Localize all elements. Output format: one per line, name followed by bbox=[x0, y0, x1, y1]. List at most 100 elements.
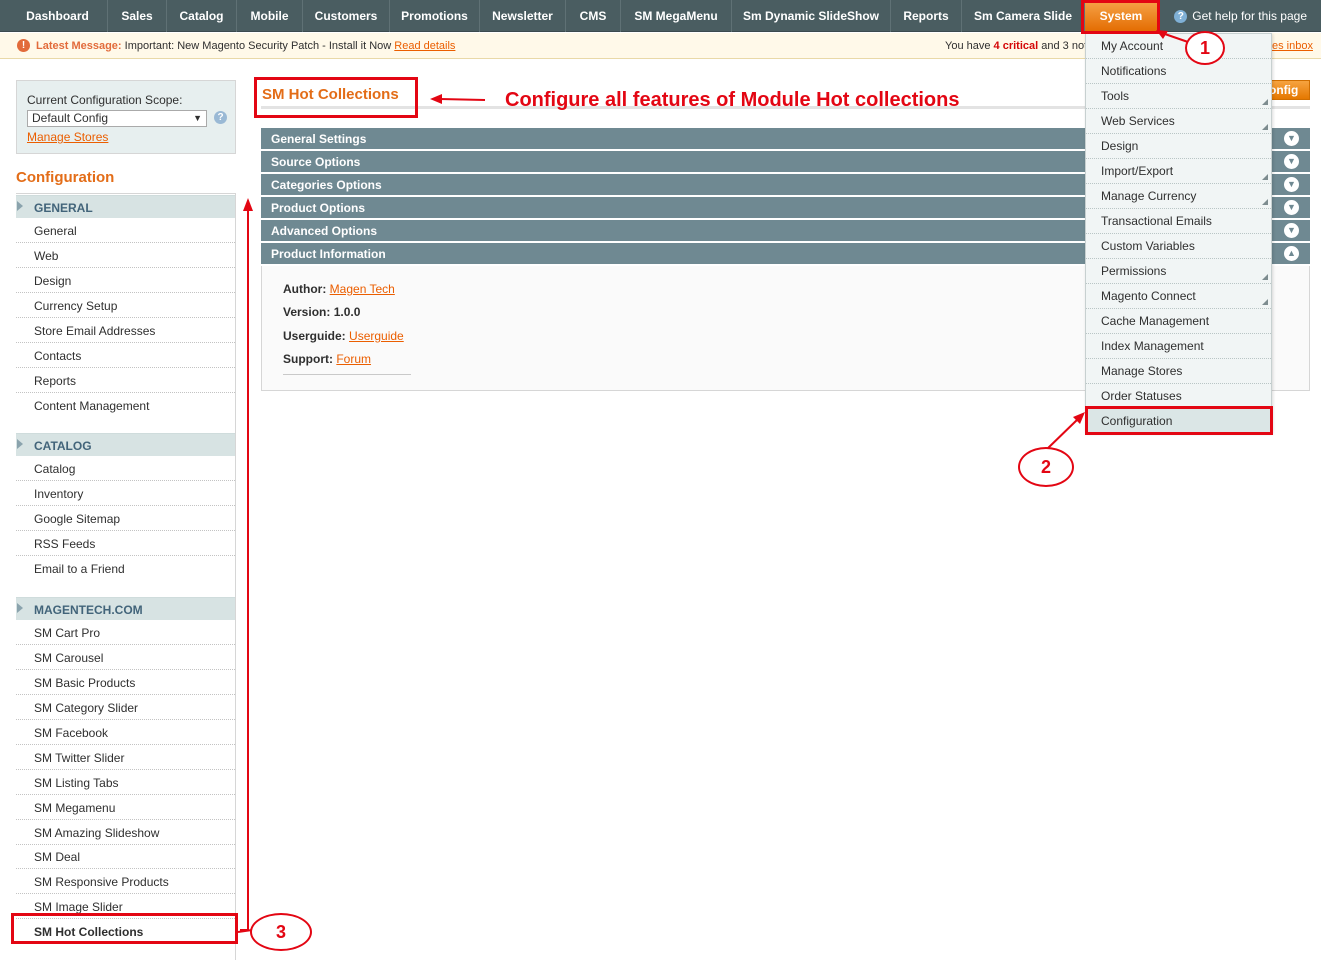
support-link[interactable]: Forum bbox=[336, 352, 371, 366]
sidebar-item-sm-megamenu[interactable]: SM Megamenu bbox=[16, 795, 235, 820]
menu-custom-variables[interactable]: Custom Variables bbox=[1086, 234, 1271, 259]
sidebar-item-content-management[interactable]: Content Management bbox=[16, 393, 235, 418]
submenu-icon bbox=[1262, 99, 1268, 105]
sidebar-item-sm-basic-products[interactable]: SM Basic Products bbox=[16, 670, 235, 695]
read-details-link[interactable]: Read details bbox=[394, 40, 455, 52]
menu-my-account[interactable]: My Account bbox=[1086, 34, 1271, 59]
sidebar-item-label: SM Basic Products bbox=[34, 676, 136, 690]
help-icon: ? bbox=[1174, 9, 1188, 23]
sidebar-item-sm-carousel[interactable]: SM Carousel bbox=[16, 645, 235, 670]
sidebar-item-contacts[interactable]: Contacts bbox=[16, 343, 235, 368]
sidebar-item-label: SM Category Slider bbox=[34, 701, 139, 715]
menu-label: Manage Currency bbox=[1101, 189, 1197, 203]
sidebar-item-web[interactable]: Web bbox=[16, 243, 235, 268]
menu-transactional-emails[interactable]: Transactional Emails bbox=[1086, 209, 1271, 234]
menu-cache-management[interactable]: Cache Management bbox=[1086, 309, 1271, 334]
menu-label: Permissions bbox=[1101, 264, 1167, 278]
step-2-marker: 2 bbox=[1018, 447, 1074, 487]
chevron-down-icon: ▼ bbox=[1284, 177, 1299, 192]
submenu-icon bbox=[1262, 124, 1268, 130]
nav-sm-megamenu[interactable]: SM MegaMenu bbox=[621, 0, 732, 32]
sidebar-item-rss-feeds[interactable]: RSS Feeds bbox=[16, 531, 235, 556]
sidebar-item-label: SM Carousel bbox=[34, 651, 104, 665]
scope-help-icon[interactable]: ? bbox=[214, 111, 227, 124]
author-row: Author: Magen Tech bbox=[283, 282, 395, 296]
menu-magento-connect[interactable]: Magento Connect bbox=[1086, 284, 1271, 309]
section-catalog[interactable]: CATALOG bbox=[16, 433, 235, 456]
nav-sm-dynamic-slideshow[interactable]: Sm Dynamic SlideShow bbox=[732, 0, 891, 32]
version-row: Version: 1.0.0 bbox=[283, 305, 360, 319]
nav-reports[interactable]: Reports bbox=[891, 0, 962, 32]
sidebar-item-sm-twitter-slider[interactable]: SM Twitter Slider bbox=[16, 745, 235, 770]
nav-catalog[interactable]: Catalog bbox=[167, 0, 237, 32]
chevron-down-icon: ▼ bbox=[1284, 154, 1299, 169]
sidebar-item-sm-facebook[interactable]: SM Facebook bbox=[16, 720, 235, 745]
scope-select[interactable]: Default Config ▼ bbox=[27, 110, 207, 127]
manage-stores-link[interactable]: Manage Stores bbox=[27, 130, 108, 144]
system-dropdown-menu: My Account Notifications Tools Web Servi… bbox=[1085, 33, 1272, 434]
menu-import-export[interactable]: Import/Export bbox=[1086, 159, 1271, 184]
sidebar-item-google-sitemap[interactable]: Google Sitemap bbox=[16, 506, 235, 531]
nav-promotions[interactable]: Promotions bbox=[390, 0, 480, 32]
submenu-icon bbox=[1262, 174, 1268, 180]
sidebar-item-design[interactable]: Design bbox=[16, 268, 235, 293]
sidebar-item-email-friend[interactable]: Email to a Friend bbox=[16, 556, 235, 581]
sidebar-item-currency-setup[interactable]: Currency Setup bbox=[16, 293, 235, 318]
chevron-up-icon: ▲ bbox=[1284, 246, 1299, 261]
nav-newsletter[interactable]: Newsletter bbox=[480, 0, 566, 32]
sidebar-item-label: Email to a Friend bbox=[34, 562, 125, 576]
menu-index-management[interactable]: Index Management bbox=[1086, 334, 1271, 359]
menu-notifications[interactable]: Notifications bbox=[1086, 59, 1271, 84]
sidebar-item-sm-deal[interactable]: SM Deal bbox=[16, 845, 235, 869]
section-magentech[interactable]: MAGENTECH.COM bbox=[16, 597, 235, 620]
inbox-link[interactable]: es inbox bbox=[1272, 40, 1313, 52]
menu-manage-stores[interactable]: Manage Stores bbox=[1086, 359, 1271, 384]
sidebar-item-label: SM Listing Tabs bbox=[34, 776, 119, 790]
section-title: CATALOG bbox=[34, 439, 92, 453]
userguide-row: Userguide: Userguide bbox=[283, 329, 404, 343]
menu-permissions[interactable]: Permissions bbox=[1086, 259, 1271, 284]
sidebar-item-sm-amazing-slideshow[interactable]: SM Amazing Slideshow bbox=[16, 820, 235, 845]
chevron-down-icon: ▼ bbox=[1284, 223, 1299, 238]
chevron-down-icon: ▼ bbox=[1284, 131, 1299, 146]
section-label: Advanced Options bbox=[271, 224, 378, 238]
sidebar-item-sm-responsive-products[interactable]: SM Responsive Products bbox=[16, 869, 235, 894]
sidebar-item-inventory[interactable]: Inventory bbox=[16, 481, 235, 506]
support-label: Support: bbox=[283, 352, 333, 366]
sidebar-item-sm-listing-tabs[interactable]: SM Listing Tabs bbox=[16, 770, 235, 795]
critical-count: 4 critical bbox=[993, 40, 1039, 52]
latest-message: Latest Message: Important: New Magento S… bbox=[36, 40, 455, 52]
userguide-link[interactable]: Userguide bbox=[349, 329, 404, 343]
sidebar-item-catalog[interactable]: Catalog bbox=[16, 456, 235, 481]
menu-tools[interactable]: Tools bbox=[1086, 84, 1271, 109]
sidebar-item-label: Catalog bbox=[34, 462, 76, 476]
section-general[interactable]: GENERAL bbox=[16, 195, 235, 218]
help-link[interactable]: ? Get help for this page bbox=[1174, 0, 1307, 32]
nav-cms[interactable]: CMS bbox=[566, 0, 621, 32]
sidebar-title: Configuration bbox=[16, 166, 236, 194]
submenu-icon bbox=[1262, 199, 1268, 205]
nav-sm-camera-slide[interactable]: Sm Camera Slide bbox=[962, 0, 1085, 32]
nav-dashboard[interactable]: Dashboard bbox=[0, 0, 108, 32]
info-divider bbox=[283, 374, 411, 375]
nav-customers[interactable]: Customers bbox=[303, 0, 390, 32]
sidebar-item-sm-cart-pro[interactable]: SM Cart Pro bbox=[16, 620, 235, 645]
sidebar-item-general[interactable]: General bbox=[16, 218, 235, 243]
author-link[interactable]: Magen Tech bbox=[330, 282, 395, 296]
menu-manage-currency[interactable]: Manage Currency bbox=[1086, 184, 1271, 209]
sidebar-item-label: Reports bbox=[34, 374, 77, 388]
expand-icon bbox=[17, 439, 23, 449]
scope-label: Current Configuration Scope: bbox=[27, 93, 183, 107]
menu-design[interactable]: Design bbox=[1086, 134, 1271, 159]
chevron-down-icon: ▼ bbox=[1284, 200, 1299, 215]
menu-label: Order Statuses bbox=[1101, 389, 1182, 403]
sidebar-item-store-email[interactable]: Store Email Addresses bbox=[16, 318, 235, 343]
sidebar-item-reports[interactable]: Reports bbox=[16, 368, 235, 393]
sidebar-item-sm-category-slider[interactable]: SM Category Slider bbox=[16, 695, 235, 720]
menu-web-services[interactable]: Web Services bbox=[1086, 109, 1271, 134]
scope-selected: Default Config bbox=[32, 111, 109, 125]
step-3-marker: 3 bbox=[250, 913, 312, 951]
nav-sales[interactable]: Sales bbox=[108, 0, 167, 32]
notification-prefix: You have bbox=[945, 40, 991, 52]
nav-mobile[interactable]: Mobile bbox=[237, 0, 303, 32]
